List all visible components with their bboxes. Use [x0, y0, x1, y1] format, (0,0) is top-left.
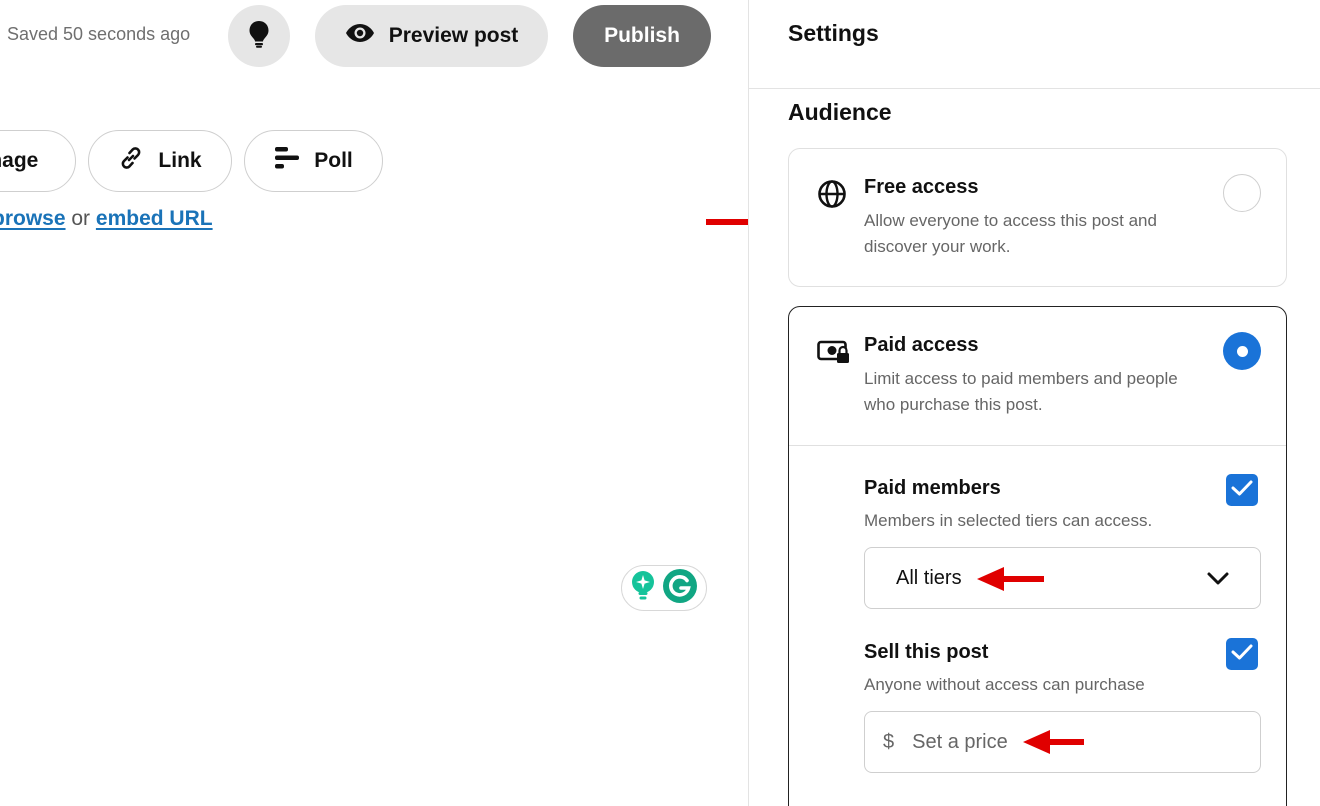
embed-url-link[interactable]: embed URL [96, 207, 213, 230]
chevron-down-icon [1206, 570, 1230, 593]
paid-members-checkbox[interactable] [1226, 474, 1258, 506]
tier-select-value: All tiers [896, 566, 962, 589]
publish-button[interactable]: Publish [573, 5, 711, 67]
free-access-radio[interactable] [1223, 174, 1261, 212]
link-icon [118, 145, 144, 177]
image-label: Image [0, 149, 39, 172]
settings-title: Settings [749, 0, 1320, 89]
locked-money-icon [817, 339, 851, 370]
link-label: Link [158, 149, 202, 172]
audience-heading: Audience [788, 99, 892, 125]
preview-post-button[interactable]: Preview post [315, 5, 548, 67]
link-button[interactable]: Link [88, 130, 232, 192]
settings-panel: Settings Audience Free access Allow ever… [748, 0, 1320, 806]
saved-status: Saved 50 seconds ago [7, 24, 191, 44]
free-access-description: Allow everyone to access this post and d… [864, 211, 1157, 256]
image-button[interactable]: Image [0, 130, 76, 192]
checkmark-icon [1231, 643, 1253, 666]
browse-link[interactable]: browse [0, 207, 66, 230]
tier-select[interactable]: All tiers [864, 547, 1261, 609]
eye-icon [345, 23, 375, 49]
poll-label: Poll [314, 149, 353, 172]
annotation-arrow-left [1023, 730, 1084, 754]
sell-post-checkbox[interactable] [1226, 638, 1258, 670]
grammarly-widget[interactable] [621, 565, 707, 611]
paid-access-title: Paid access [864, 334, 979, 356]
ideas-button[interactable] [228, 5, 290, 67]
poll-button[interactable]: Poll [244, 130, 383, 192]
paid-members-description: Members in selected tiers can access. [864, 511, 1153, 530]
free-access-option[interactable]: Free access Allow everyone to access thi… [788, 148, 1287, 287]
sell-post-title: Sell this post [864, 641, 989, 663]
poll-icon [274, 146, 300, 176]
paid-access-description: Limit access to paid members and people … [864, 369, 1178, 414]
sell-post-description: Anyone without access can purchase [864, 675, 1145, 694]
currency-symbol: $ [883, 730, 895, 753]
editor-area: Saved 50 seconds ago Preview post Publis… [0, 0, 748, 806]
lightbulb-icon [248, 20, 270, 53]
free-access-title: Free access [864, 176, 979, 198]
globe-icon [817, 179, 847, 214]
price-placeholder: Set a price [912, 730, 1008, 753]
grammarly-logo-icon [662, 568, 698, 609]
preview-post-label: Preview post [388, 24, 519, 47]
paid-access-divider [789, 445, 1286, 446]
paid-members-title: Paid members [864, 477, 1001, 499]
grammarly-idea-icon [630, 570, 656, 607]
or-text: or [71, 207, 91, 230]
embed-instructions: browse or embed URL [0, 207, 213, 231]
checkmark-icon [1231, 479, 1253, 502]
annotation-arrow-left [977, 567, 1044, 591]
paid-access-radio[interactable] [1223, 332, 1261, 370]
